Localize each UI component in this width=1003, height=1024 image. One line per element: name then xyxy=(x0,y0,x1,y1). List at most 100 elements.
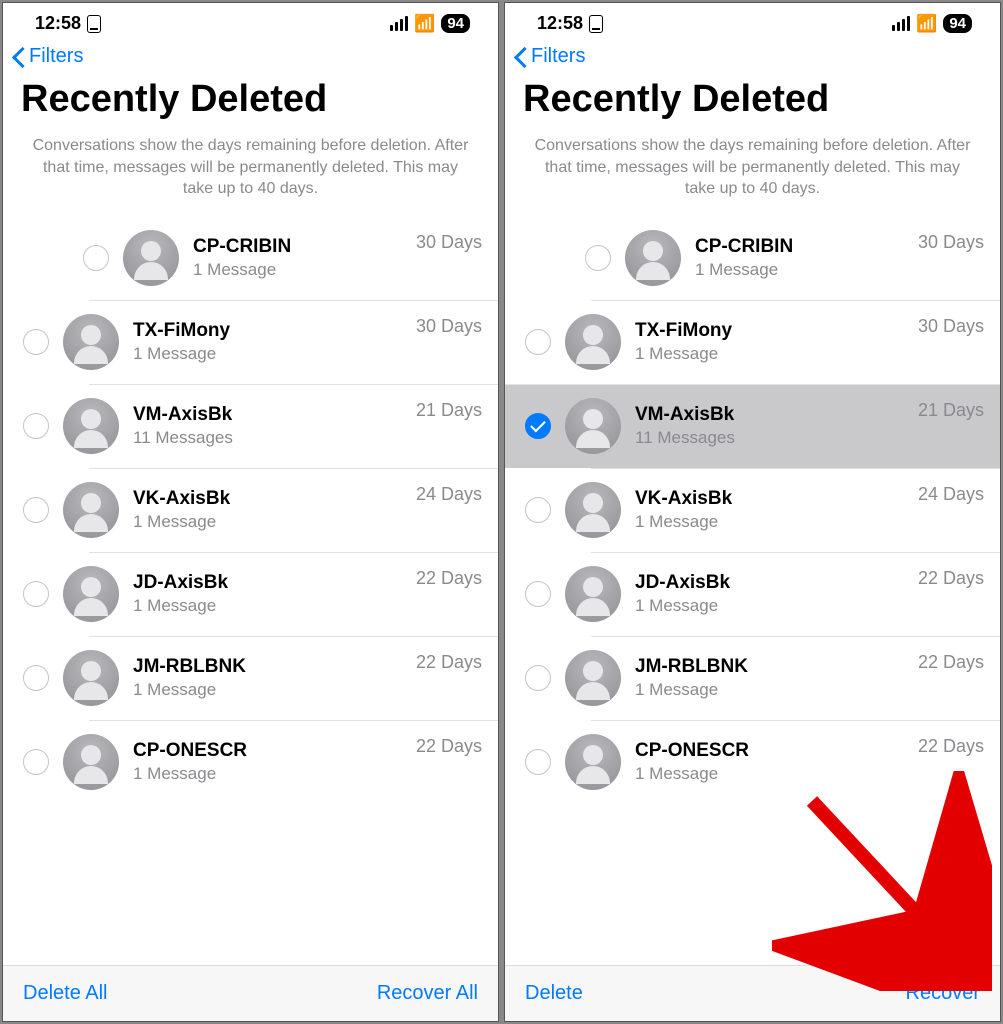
select-checkbox[interactable] xyxy=(23,749,49,775)
select-checkbox[interactable] xyxy=(525,413,551,439)
back-label: Filters xyxy=(531,45,585,68)
conversation-row[interactable]: JD-AxisBk1 Message 22 Days xyxy=(3,552,498,636)
cellular-icon xyxy=(390,16,408,31)
conversation-row[interactable]: JM-RBLBNK1 Message 22 Days xyxy=(505,636,1000,720)
select-checkbox[interactable] xyxy=(23,413,49,439)
conversation-name: TX-FiMony xyxy=(133,320,408,342)
days-remaining: 30 Days xyxy=(416,314,482,337)
row-text: CP-CRIBIN1 Message xyxy=(695,236,910,280)
avatar-icon xyxy=(565,734,621,790)
select-checkbox[interactable] xyxy=(585,245,611,271)
recover-all-button[interactable]: Recover All xyxy=(377,982,478,1005)
page-title: Recently Deleted xyxy=(505,72,1000,135)
conversation-row[interactable]: VM-AxisBk11 Messages 21 Days xyxy=(505,384,1000,468)
row-text: VM-AxisBk11 Messages xyxy=(635,404,910,448)
row-text: VK-AxisBk1 Message xyxy=(133,488,408,532)
conversation-name: JD-AxisBk xyxy=(133,572,408,594)
days-remaining: 22 Days xyxy=(416,566,482,589)
sim-icon xyxy=(589,15,603,33)
message-count: 1 Message xyxy=(193,260,408,280)
conversation-row[interactable]: TX-FiMony1 Message30 Days xyxy=(505,300,1000,384)
message-count: 1 Message xyxy=(635,512,910,532)
days-remaining: 21 Days xyxy=(918,398,984,421)
avatar-icon xyxy=(565,482,621,538)
conversation-name: JD-AxisBk xyxy=(635,572,910,594)
conversation-name: JM-RBLBNK xyxy=(133,656,408,678)
conversation-name: VM-AxisBk xyxy=(635,404,910,426)
days-remaining: 22 Days xyxy=(918,650,984,673)
conversation-row[interactable]: VM-AxisBk11 Messages21 Days xyxy=(3,384,498,468)
battery-level: 94 xyxy=(441,14,470,33)
conversation-list: CP-CRIBIN1 Message30 DaysTX-FiMony1 Mess… xyxy=(3,216,498,965)
conversation-row[interactable]: VK-AxisBk1 Message 24 Days xyxy=(505,468,1000,552)
avatar-icon xyxy=(123,230,179,286)
row-text: JD-AxisBk1 Message xyxy=(635,572,910,616)
page-subtitle: Conversations show the days remaining be… xyxy=(3,135,498,216)
bottom-toolbar: Delete Recover xyxy=(505,965,1000,1021)
select-checkbox[interactable] xyxy=(83,245,109,271)
chevron-left-icon xyxy=(513,44,527,68)
conversation-name: CP-CRIBIN xyxy=(193,236,408,258)
days-remaining: 24 Days xyxy=(918,482,984,505)
avatar-icon xyxy=(565,314,621,370)
avatar-icon xyxy=(63,650,119,706)
chevron-left-icon xyxy=(11,44,25,68)
avatar-icon xyxy=(63,398,119,454)
select-checkbox[interactable] xyxy=(525,329,551,355)
days-remaining: 22 Days xyxy=(918,734,984,757)
conversation-row[interactable]: CP-ONESCR1 Message22 Days xyxy=(505,720,1000,804)
row-text: JD-AxisBk1 Message xyxy=(133,572,408,616)
screenshot-left: 12:58 📶 94 Filters Recently Deleted Conv… xyxy=(2,2,499,1022)
conversation-name: VM-AxisBk xyxy=(133,404,408,426)
conversation-row[interactable]: CP-CRIBIN1 Message30 Days xyxy=(585,216,1000,300)
select-checkbox[interactable] xyxy=(23,581,49,607)
select-checkbox[interactable] xyxy=(23,665,49,691)
conversation-name: VK-AxisBk xyxy=(635,488,910,510)
delete-button[interactable]: Delete xyxy=(525,982,583,1005)
row-text: VM-AxisBk11 Messages xyxy=(133,404,408,448)
conversation-row[interactable]: VK-AxisBk1 Message24 Days xyxy=(3,468,498,552)
days-remaining: 22 Days xyxy=(416,734,482,757)
status-bar: 12:58 📶 94 xyxy=(505,3,1000,36)
conversation-name: VK-AxisBk xyxy=(133,488,408,510)
battery-level: 94 xyxy=(943,14,972,33)
conversation-row[interactable]: CP-CRIBIN1 Message 30 Days xyxy=(83,216,498,300)
conversation-row[interactable]: JM-RBLBNK1 Message22 Days xyxy=(3,636,498,720)
bottom-toolbar: Delete All Recover All xyxy=(3,965,498,1021)
row-text: CP-CRIBIN1 Message xyxy=(193,236,408,280)
select-checkbox[interactable] xyxy=(525,497,551,523)
status-time: 12:58 xyxy=(537,13,583,34)
conversation-name: TX-FiMony xyxy=(635,320,910,342)
days-remaining: 22 Days xyxy=(918,566,984,589)
conversation-name: JM-RBLBNK xyxy=(635,656,910,678)
delete-all-button[interactable]: Delete All xyxy=(23,982,108,1005)
select-checkbox[interactable] xyxy=(525,581,551,607)
recover-button[interactable]: Recover xyxy=(906,982,980,1005)
wifi-icon: 📶 xyxy=(916,14,937,34)
select-checkbox[interactable] xyxy=(525,665,551,691)
conversation-name: CP-ONESCR xyxy=(133,740,408,762)
avatar-icon xyxy=(625,230,681,286)
message-count: 11 Messages xyxy=(635,428,910,448)
back-button[interactable]: Filters xyxy=(3,36,498,72)
select-checkbox[interactable] xyxy=(23,329,49,355)
row-text: JM-RBLBNK1 Message xyxy=(635,656,910,700)
back-button[interactable]: Filters xyxy=(505,36,1000,72)
avatar-icon xyxy=(565,650,621,706)
avatar-icon xyxy=(565,566,621,622)
message-count: 1 Message xyxy=(635,344,910,364)
conversation-row[interactable]: JD-AxisBk1 Message 22 Days xyxy=(505,552,1000,636)
select-checkbox[interactable] xyxy=(23,497,49,523)
conversation-row[interactable]: CP-ONESCR1 Message 22 Days xyxy=(3,720,498,804)
message-count: 1 Message xyxy=(133,764,408,784)
conversation-row[interactable]: TX-FiMony1 Message30 Days xyxy=(3,300,498,384)
days-remaining: 30 Days xyxy=(416,230,482,253)
sim-icon xyxy=(87,15,101,33)
message-count: 1 Message xyxy=(635,764,910,784)
message-count: 11 Messages xyxy=(133,428,408,448)
select-checkbox[interactable] xyxy=(525,749,551,775)
avatar-icon xyxy=(63,566,119,622)
row-text: TX-FiMony1 Message xyxy=(635,320,910,364)
screenshot-right: 12:58 📶 94 Filters Recently Deleted Conv… xyxy=(504,2,1001,1022)
row-text: VK-AxisBk1 Message xyxy=(635,488,910,532)
